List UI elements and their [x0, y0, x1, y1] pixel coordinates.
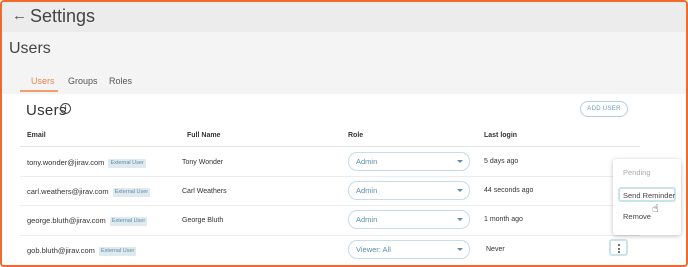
top-bar: ← Settings — [2, 2, 686, 32]
settings-window: ← Settings Users Users Groups Roles User… — [0, 0, 688, 267]
app-title: Settings — [30, 6, 96, 26]
email-text: george.bluth@jirav.com — [27, 216, 106, 225]
chevron-down-icon — [457, 189, 463, 192]
external-user-badge: External User — [99, 247, 137, 256]
column-header-email: Email — [27, 132, 46, 139]
email-text: gob.bluth@jirav.com — [27, 246, 95, 255]
role-value: Viewer: All — [356, 245, 391, 254]
back-arrow-icon[interactable]: ← — [12, 8, 27, 24]
add-user-button[interactable]: ADD USER — [580, 101, 628, 117]
pointer-hand-icon: ☝ — [652, 203, 659, 215]
last-login: Never — [486, 246, 505, 253]
role-select[interactable]: Viewer: All — [348, 240, 470, 259]
user-email: tony.wonder@jirav.com External User — [27, 158, 146, 168]
external-user-badge: External User — [108, 159, 146, 168]
more-vertical-icon — [617, 247, 620, 250]
external-user-badge: External User — [109, 217, 148, 226]
user-email: carl.weathers@jirav.com External User — [27, 187, 151, 197]
menu-item-send-reminder[interactable]: Send Reminder — [623, 191, 675, 200]
more-vertical-icon — [617, 251, 620, 253]
column-header-last-login: Last login — [484, 132, 518, 139]
more-vertical-icon — [617, 244, 620, 246]
users-panel: Users i ADD USER Email Full Name Role La… — [2, 94, 686, 265]
row-divider — [20, 235, 640, 236]
role-value: Admin — [356, 157, 378, 166]
page-header: Users — [2, 32, 686, 66]
external-user-badge: External User — [112, 188, 151, 197]
tab-groups[interactable]: Groups — [68, 76, 98, 94]
tab-bar: Users Groups Roles — [2, 66, 686, 94]
role-select[interactable]: Admin — [348, 152, 470, 171]
header-divider — [20, 146, 640, 147]
chevron-down-icon — [457, 160, 463, 163]
column-header-full-name: Full Name — [187, 132, 221, 139]
user-email: gob.bluth@jirav.com External User — [27, 246, 137, 256]
row-divider — [20, 205, 640, 206]
menu-item-pending: Pending — [623, 168, 651, 177]
user-email: george.bluth@jirav.com External User — [27, 216, 148, 226]
role-select[interactable]: Admin — [348, 181, 470, 200]
last-login: 5 days ago — [484, 158, 519, 165]
user-full-name: Carl Weathers — [182, 188, 227, 195]
row-actions-button[interactable] — [609, 239, 628, 256]
column-header-role: Role — [348, 132, 364, 139]
user-full-name: Tony Wonder — [182, 159, 224, 166]
menu-item-remove[interactable]: Remove — [623, 212, 651, 221]
role-value: Admin — [356, 215, 378, 224]
email-text: tony.wonder@jirav.com — [27, 158, 105, 167]
role-value: Admin — [356, 186, 378, 195]
tab-roles[interactable]: Roles — [109, 76, 132, 94]
last-login: 44 seconds ago — [484, 187, 534, 194]
user-full-name: George Bluth — [182, 217, 224, 224]
last-login: 1 month ago — [484, 216, 523, 223]
page-title: Users — [9, 40, 51, 57]
chevron-down-icon — [457, 248, 463, 251]
chevron-down-icon — [457, 218, 463, 221]
row-actions-menu: Pending Send Reminder Remove — [613, 159, 681, 235]
info-icon[interactable]: i — [60, 103, 71, 114]
role-select[interactable]: Admin — [348, 210, 470, 229]
email-text: carl.weathers@jirav.com — [27, 187, 109, 196]
row-divider — [20, 176, 640, 177]
active-tab-indicator — [20, 90, 58, 92]
